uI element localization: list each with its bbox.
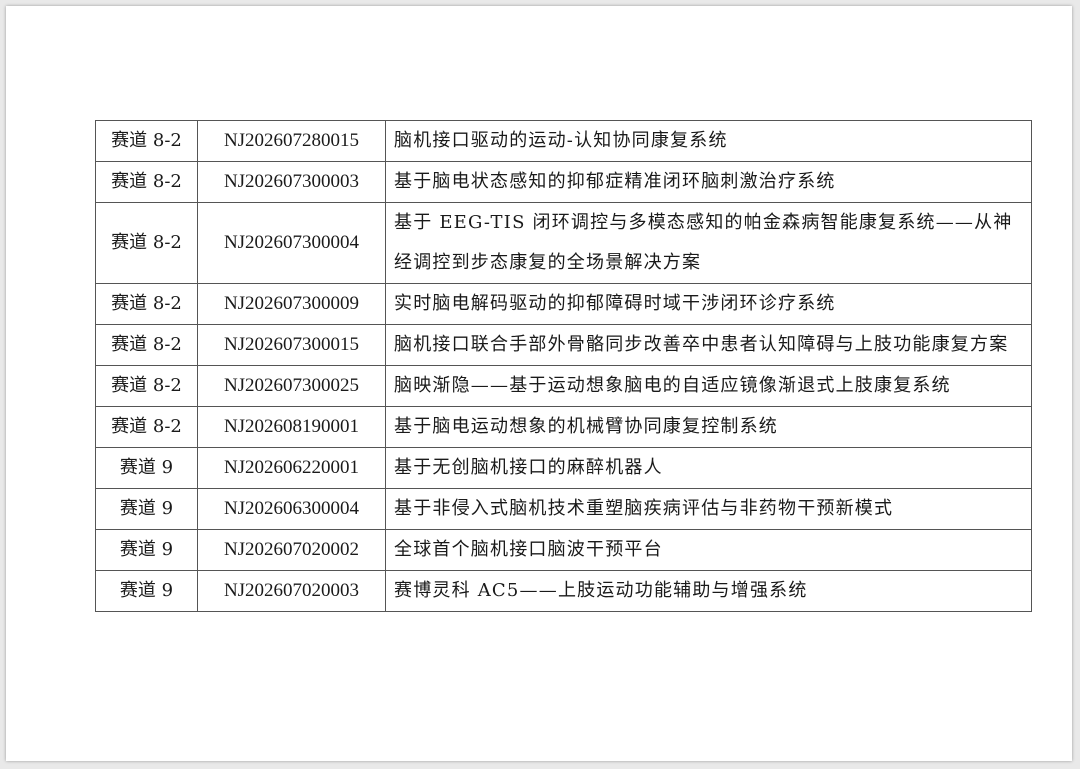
table-row: 赛道 8-2 NJ202607300025 脑映渐隐——基于运动想象脑电的自适应… [95, 365, 1032, 407]
project-name-cell: 实时脑电解码驱动的抑郁障碍时域干涉闭环诊疗系统 [385, 283, 1032, 325]
code-cell: NJ202607280015 [197, 120, 386, 162]
table-row: 赛道 8-2 NJ202607300009 实时脑电解码驱动的抑郁障碍时域干涉闭… [95, 283, 1032, 325]
track-cell: 赛道 8-2 [95, 161, 198, 203]
table-row: 赛道 9 NJ202606300004 基于非侵入式脑机技术重塑脑疾病评估与非药… [95, 488, 1032, 530]
project-name-cell: 赛博灵科 AC5——上肢运动功能辅助与增强系统 [385, 570, 1032, 612]
code-cell: NJ202607300015 [197, 324, 386, 366]
table-row: 赛道 8-2 NJ202607300004 基于 EEG-TIS 闭环调控与多模… [95, 202, 1032, 284]
code-cell: NJ202607020003 [197, 570, 386, 612]
project-name-cell: 基于脑电运动想象的机械臂协同康复控制系统 [385, 406, 1032, 448]
table-row: 赛道 8-2 NJ202607280015 脑机接口驱动的运动-认知协同康复系统 [95, 120, 1032, 162]
code-cell: NJ202607020002 [197, 529, 386, 571]
track-cell: 赛道 8-2 [95, 120, 198, 162]
code-cell: NJ202607300004 [197, 202, 386, 284]
track-cell: 赛道 9 [95, 529, 198, 571]
project-name-cell: 脑映渐隐——基于运动想象脑电的自适应镜像渐退式上肢康复系统 [385, 365, 1032, 407]
track-cell: 赛道 8-2 [95, 202, 198, 284]
project-name-cell: 基于 EEG-TIS 闭环调控与多模态感知的帕金森病智能康复系统——从神经调控到… [385, 202, 1032, 284]
track-cell: 赛道 9 [95, 570, 198, 612]
code-cell: NJ202607300003 [197, 161, 386, 203]
track-cell: 赛道 8-2 [95, 365, 198, 407]
project-name-cell: 基于非侵入式脑机技术重塑脑疾病评估与非药物干预新模式 [385, 488, 1032, 530]
table-row: 赛道 9 NJ202606220001 基于无创脑机接口的麻醉机器人 [95, 447, 1032, 489]
code-cell: NJ202607300025 [197, 365, 386, 407]
code-cell: NJ202608190001 [197, 406, 386, 448]
project-name-cell: 脑机接口联合手部外骨骼同步改善卒中患者认知障碍与上肢功能康复方案 [385, 324, 1032, 366]
project-name-cell: 全球首个脑机接口脑波干预平台 [385, 529, 1032, 571]
project-table: 赛道 8-2 NJ202607280015 脑机接口驱动的运动-认知协同康复系统… [95, 120, 1032, 612]
table-row: 赛道 9 NJ202607020002 全球首个脑机接口脑波干预平台 [95, 529, 1032, 571]
code-cell: NJ202607300009 [197, 283, 386, 325]
table-row: 赛道 8-2 NJ202608190001 基于脑电运动想象的机械臂协同康复控制… [95, 406, 1032, 448]
track-cell: 赛道 8-2 [95, 324, 198, 366]
table-row: 赛道 8-2 NJ202607300003 基于脑电状态感知的抑郁症精准闭环脑刺… [95, 161, 1032, 203]
document-page: 赛道 8-2 NJ202607280015 脑机接口驱动的运动-认知协同康复系统… [6, 6, 1072, 761]
track-cell: 赛道 8-2 [95, 283, 198, 325]
project-name-cell: 基于无创脑机接口的麻醉机器人 [385, 447, 1032, 489]
track-cell: 赛道 9 [95, 447, 198, 489]
project-name-cell: 基于脑电状态感知的抑郁症精准闭环脑刺激治疗系统 [385, 161, 1032, 203]
track-cell: 赛道 9 [95, 488, 198, 530]
track-cell: 赛道 8-2 [95, 406, 198, 448]
code-cell: NJ202606220001 [197, 447, 386, 489]
table-row: 赛道 8-2 NJ202607300015 脑机接口联合手部外骨骼同步改善卒中患… [95, 324, 1032, 366]
code-cell: NJ202606300004 [197, 488, 386, 530]
table-row: 赛道 9 NJ202607020003 赛博灵科 AC5——上肢运动功能辅助与增… [95, 570, 1032, 612]
project-name-cell: 脑机接口驱动的运动-认知协同康复系统 [385, 120, 1032, 162]
